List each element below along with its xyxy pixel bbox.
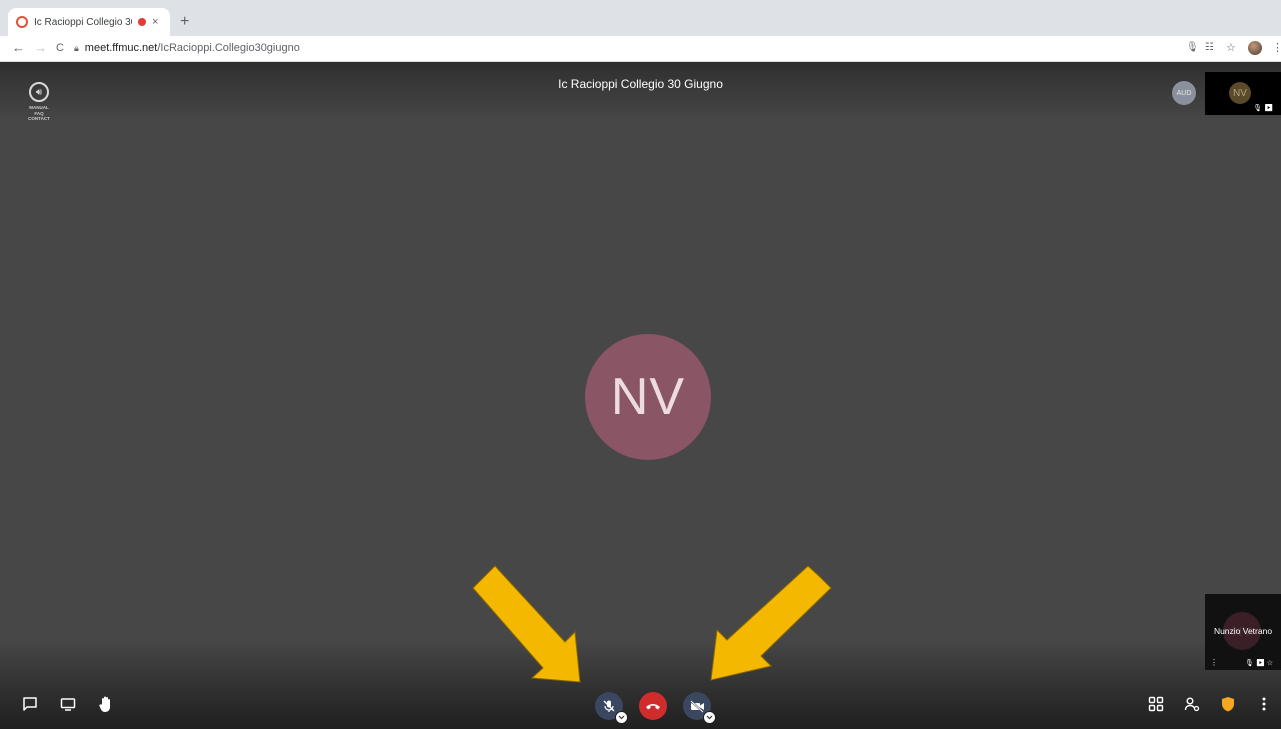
- tile-view-icon[interactable]: [1146, 694, 1166, 714]
- url-host: meet.ffmuc.net: [84, 42, 158, 54]
- audio-settings-chevron-icon[interactable]: [615, 711, 628, 724]
- camera-off-icon: ▶︎: [1255, 660, 1267, 667]
- hangup-button[interactable]: [639, 692, 667, 720]
- browser-nav-bar: ← → C 🔒︎ meet.ffmuc.net/IcRacioppi.Colle…: [0, 36, 1281, 62]
- thumbnail-status-icons: 🎙︎▶︎: [1253, 104, 1275, 112]
- back-button[interactable]: ←: [12, 40, 25, 56]
- security-shield-icon[interactable]: [1218, 694, 1238, 714]
- camera-toggle-button[interactable]: [683, 692, 716, 724]
- top-gradient: [0, 62, 1281, 122]
- microphone-toggle-button[interactable]: [595, 692, 628, 724]
- translate-icon[interactable]: ☷: [1205, 40, 1214, 56]
- url-path: /IcRacioppi.Collegio30giugno: [157, 42, 300, 54]
- url-text: meet.ffmuc.net/IcRacioppi.Collegio30giug…: [85, 42, 300, 54]
- invite-icon[interactable]: [1182, 694, 1202, 714]
- conference-title: Ic Racioppi Collegio 30 Giugno: [558, 77, 723, 91]
- browser-tab[interactable]: Ic Racioppi Collegio 30 Giu ×: [8, 8, 170, 36]
- toolbar-right: [1146, 694, 1274, 714]
- reload-button[interactable]: C: [56, 40, 64, 56]
- screen-share-icon[interactable]: [58, 694, 78, 714]
- thumbnail-menu-icon[interactable]: ⋮: [1210, 658, 1218, 667]
- microphone-in-use-icon[interactable]: 🎙︎: [1186, 40, 1199, 56]
- bookmark-star-icon[interactable]: ☆: [1226, 40, 1236, 56]
- recording-indicator-icon: [138, 18, 146, 26]
- tab-close-button[interactable]: ×: [152, 16, 158, 28]
- tab-title: Ic Racioppi Collegio 30 Giu: [34, 16, 132, 28]
- forward-button[interactable]: →: [34, 40, 47, 56]
- mic-muted-icon: 🎙︎: [1244, 660, 1256, 667]
- audio-only-badge: AUD: [1172, 81, 1196, 105]
- meeting-stage: 🔊︎ MANUAL FAQ CONTACT Ic Racioppi Colleg…: [0, 62, 1281, 729]
- camera-off-icon: [689, 699, 704, 713]
- main-speaker-avatar: NV: [585, 334, 711, 460]
- video-settings-chevron-icon[interactable]: [703, 711, 716, 724]
- profile-avatar[interactable]: [1248, 41, 1262, 55]
- thumbnail-status-icons: 🎙︎▶︎☆: [1245, 659, 1275, 667]
- mic-muted-icon: 🎙︎: [1253, 105, 1265, 112]
- chat-icon[interactable]: [20, 694, 40, 714]
- camera-off-icon: ▶︎: [1264, 105, 1275, 112]
- logo-links: MANUAL FAQ CONTACT: [24, 105, 54, 122]
- microphone-muted-icon: [603, 700, 615, 712]
- browser-tab-bar: Ic Racioppi Collegio 30 Giu × +: [0, 0, 1281, 36]
- contact-link[interactable]: CONTACT: [24, 116, 54, 122]
- toolbar-center: [595, 692, 716, 724]
- local-participant-thumbnail[interactable]: NV Nunzio Vetrano ⋮ 🎙︎▶︎☆: [1205, 594, 1281, 670]
- favicon-icon: [16, 16, 28, 28]
- browser-menu-icon[interactable]: ⋮: [1272, 40, 1281, 56]
- raise-hand-icon[interactable]: [96, 694, 116, 714]
- remote-participant-thumbnail[interactable]: NV 🎙︎▶︎: [1205, 72, 1281, 115]
- address-bar[interactable]: 🔒︎ meet.ffmuc.net/IcRacioppi.Collegio30g…: [74, 38, 1174, 58]
- participant-name: Nunzio Vetrano: [1213, 626, 1273, 636]
- more-options-icon[interactable]: [1254, 694, 1274, 714]
- hangup-icon: [646, 704, 660, 710]
- new-tab-button[interactable]: +: [180, 14, 189, 30]
- moderator-star-icon: ☆: [1266, 660, 1275, 667]
- lock-icon: 🔒︎: [74, 42, 79, 53]
- thumbnail-avatar: NV: [1229, 82, 1251, 104]
- toolbar-left: [20, 694, 116, 714]
